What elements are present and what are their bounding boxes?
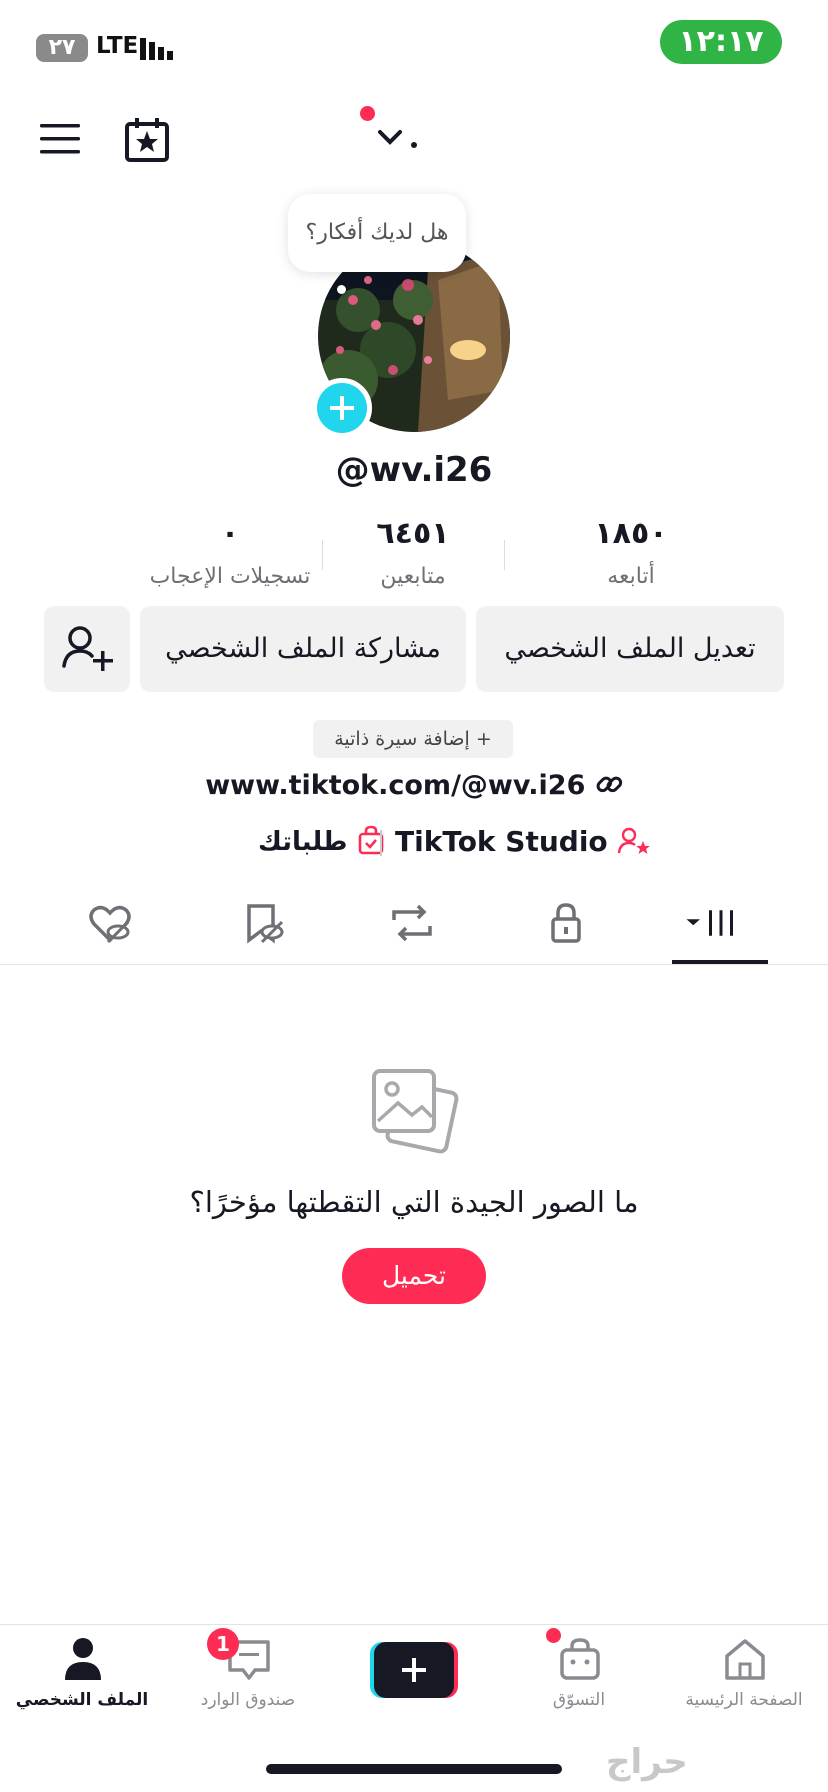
empty-state-title: ما الصور الجيدة التي التقطتها مؤخرًا؟ [189, 1185, 639, 1219]
link-separator [380, 830, 382, 856]
watermark: حراج [606, 1742, 688, 1782]
likes-count[interactable]: ٠ [145, 516, 315, 551]
plus-icon [330, 396, 354, 420]
profile-icon [65, 1638, 101, 1680]
battery-indicator: ٢٧ [36, 34, 88, 62]
shop-notification-dot [546, 1628, 561, 1643]
username: @wv.i26 [335, 450, 493, 490]
nav-inbox[interactable]: 1 صندوق الوارد [173, 1628, 323, 1714]
add-bio-button[interactable]: + إضافة سيرة ذاتية [313, 720, 513, 758]
photos-icon [372, 1069, 459, 1154]
following-label[interactable]: أتابعه [531, 564, 731, 589]
following-count[interactable]: ١٨٥٠ [546, 516, 716, 551]
profile-link[interactable]: www.tiktok.com/@wv.i26 [0, 770, 828, 801]
add-user-icon [62, 626, 113, 671]
share-profile-button[interactable]: مشاركة الملف الشخصي [140, 606, 466, 692]
chevron-down-icon[interactable] [370, 112, 422, 158]
lock-icon[interactable] [536, 898, 596, 948]
add-friend-button[interactable] [44, 606, 130, 692]
followers-count[interactable]: ٦٤٥١ [328, 516, 498, 551]
studio-link[interactable]: TikTok Studio [395, 825, 651, 858]
orders-link[interactable]: طلباتك [258, 825, 385, 857]
inbox-badge: 1 [207, 1628, 239, 1660]
profile-link-text[interactable]: www.tiktok.com/@wv.i26 [205, 770, 585, 801]
upload-button[interactable]: تحميل [342, 1248, 486, 1304]
signal-icon [140, 38, 173, 60]
add-avatar-button[interactable] [312, 378, 372, 438]
hamburger-icon[interactable] [40, 124, 80, 154]
nav-profile-label: الملف الشخصي [15, 1690, 149, 1710]
liked-hidden-icon[interactable] [80, 898, 140, 948]
nav-profile[interactable]: الملف الشخصي [7, 1634, 157, 1714]
status-clock: ١٢:١٧ [660, 20, 782, 64]
likes-label[interactable]: تسجيلات الإعجاب [130, 564, 330, 589]
nav-shop[interactable]: التسوّق [504, 1628, 654, 1714]
ideas-bubble[interactable]: هل لديك أفكار؟ [288, 194, 466, 272]
bottom-nav-divider [0, 1624, 828, 1625]
nav-home[interactable]: الصفحة الرئيسية [669, 1634, 819, 1714]
favorites-hidden-icon[interactable] [232, 898, 292, 948]
videos-grid-tab-icon[interactable] [682, 898, 742, 948]
nav-shop-label: التسوّق [552, 1690, 606, 1710]
bubble-tail [337, 285, 346, 294]
link-icon [596, 776, 622, 793]
nav-inbox-label: صندوق الوارد [200, 1690, 296, 1710]
creator-star-icon [618, 827, 651, 854]
home-indicator [266, 1764, 562, 1774]
repost-icon[interactable] [382, 898, 442, 948]
shopping-bag-icon [560, 1638, 600, 1680]
nav-home-label: الصفحة الرئيسية [685, 1690, 803, 1710]
home-icon [725, 1639, 765, 1680]
tab-divider [0, 964, 828, 965]
followers-label[interactable]: متابعين [313, 564, 513, 589]
create-button[interactable] [370, 1642, 458, 1698]
plus-icon [402, 1658, 426, 1682]
orders-label[interactable]: طلباتك [258, 827, 347, 857]
network-type: LTE [96, 33, 139, 59]
calendar-star-icon[interactable] [124, 118, 170, 162]
edit-profile-button[interactable]: تعديل الملف الشخصي [476, 606, 784, 692]
studio-label[interactable]: TikTok Studio [395, 825, 608, 858]
